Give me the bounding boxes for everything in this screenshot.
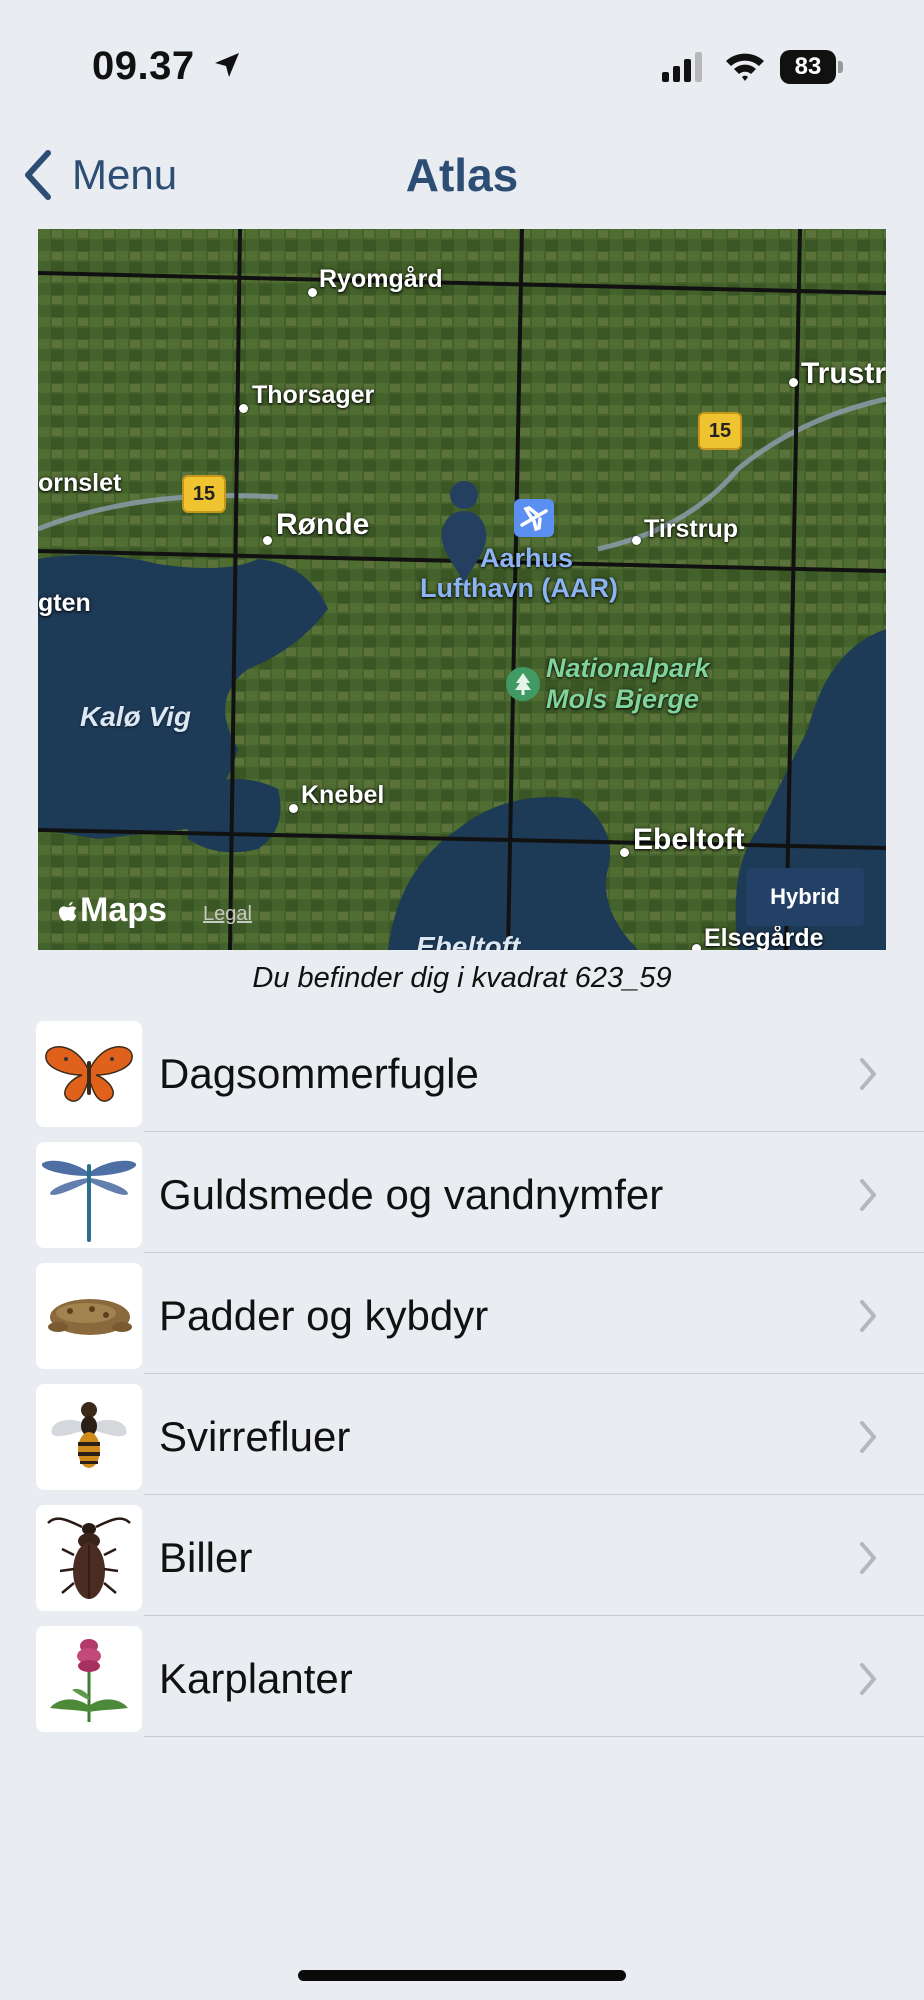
- map-label-elsegaarde: Elsegårde: [704, 924, 824, 950]
- chevron-right-icon: [860, 1058, 876, 1090]
- home-indicator[interactable]: [298, 1970, 626, 1981]
- navigation-bar: Atlas Menu: [0, 140, 924, 210]
- list-item-label: Dagsommerfugle: [159, 1050, 479, 1097]
- hoverfly-icon: [36, 1384, 142, 1490]
- map-view[interactable]: Ryomgård Thorsager Trustr ornslet Rønde …: [38, 229, 886, 950]
- list-item-dagsommerfugle[interactable]: Dagsommerfugle: [36, 1018, 924, 1139]
- back-button[interactable]: Menu: [20, 140, 177, 210]
- list-item-padder[interactable]: Padder og kybdyr: [36, 1260, 924, 1381]
- route-shield: 15: [182, 475, 226, 513]
- map-label-ronde: Rønde: [276, 508, 370, 541]
- chevron-right-icon: [860, 1542, 876, 1574]
- list-item-guldsmede[interactable]: Guldsmede og vandnymfer: [36, 1139, 924, 1260]
- list-item-label: Karplanter: [159, 1655, 353, 1702]
- chevron-left-icon: [25, 150, 51, 200]
- location-pin-icon: [441, 481, 487, 585]
- list-item-karplanter[interactable]: Karplanter: [36, 1623, 924, 1744]
- map-label-trustrup: Trustr: [801, 357, 886, 390]
- cellular-signal-icon: [662, 52, 702, 82]
- map-label-tirstrup: Tirstrup: [644, 515, 738, 543]
- map-label-ebeltoft-vig: Ebeltoft: [416, 931, 521, 950]
- chevron-right-icon: [860, 1663, 876, 1695]
- map-label-thorsager: Thorsager: [252, 381, 375, 409]
- apple-logo-icon: [58, 901, 77, 921]
- wifi-icon: [726, 53, 764, 81]
- list-item-label: Biller: [159, 1534, 253, 1581]
- legal-link[interactable]: Legal: [203, 903, 252, 926]
- orchid-icon: [36, 1626, 142, 1732]
- category-list: Dagsommerfugle Guldsmede og vandnymfer P…: [36, 1018, 924, 1744]
- location-caption: Du befinder dig i kvadrat 623_59: [252, 962, 672, 994]
- map-label-kalo-vig: Kalø Vig: [80, 701, 191, 732]
- map-type-button[interactable]: Hybrid: [746, 868, 864, 926]
- battery-level: 83: [780, 50, 836, 84]
- list-item-biller[interactable]: Biller: [36, 1502, 924, 1623]
- airport-icon: [514, 499, 554, 537]
- apple-maps-logo: Maps: [58, 891, 167, 930]
- location-arrow-icon: [215, 53, 239, 77]
- chevron-right-icon: [860, 1300, 876, 1332]
- list-item-label: Padder og kybdyr: [159, 1292, 489, 1339]
- map-label-egtved: gten: [38, 589, 91, 617]
- map-label-knebel: Knebel: [301, 781, 385, 809]
- butterfly-icon: [36, 1021, 142, 1127]
- map-label-airport-1: Aarhus: [480, 543, 574, 573]
- chevron-right-icon: [860, 1179, 876, 1211]
- list-item-svirrefluer[interactable]: Svirrefluer: [36, 1381, 924, 1502]
- map-label-ryomgaard: Ryomgård: [319, 265, 443, 293]
- beetle-icon: [36, 1505, 142, 1611]
- map-label-ebeltoft: Ebeltoft: [633, 823, 745, 856]
- dragonfly-icon: [36, 1142, 142, 1248]
- status-bar: 09.37 83: [0, 0, 924, 130]
- battery-icon: 83: [780, 50, 844, 84]
- list-item-label: Svirrefluer: [159, 1413, 351, 1460]
- status-time: 09.37: [92, 44, 195, 88]
- maps-attribution: Maps: [80, 891, 167, 929]
- chevron-right-icon: [860, 1421, 876, 1453]
- list-item-label: Guldsmede og vandnymfer: [159, 1171, 664, 1218]
- toad-icon: [36, 1263, 142, 1369]
- park-tree-icon: [506, 667, 540, 701]
- map-label-park-1: Nationalpark: [546, 653, 710, 683]
- map-label-park-2: Mols Bjerge: [546, 684, 700, 714]
- map-label-hornslet: ornslet: [38, 469, 122, 497]
- route-shield: 15: [698, 412, 742, 450]
- back-button-label: Menu: [72, 151, 178, 198]
